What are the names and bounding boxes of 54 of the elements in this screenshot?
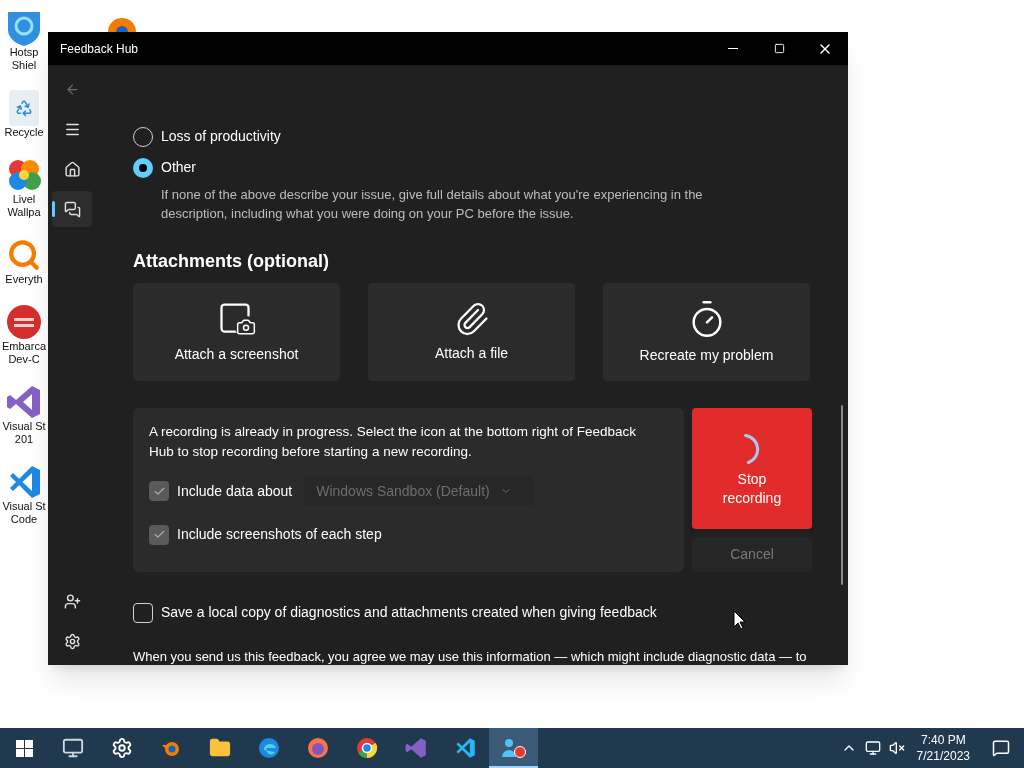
desktop-icon-label: Everyth bbox=[5, 273, 43, 286]
radio-label: Other bbox=[161, 158, 196, 177]
checkbox[interactable] bbox=[133, 602, 153, 623]
mouse-cursor-icon bbox=[733, 610, 746, 630]
attachment-card[interactable]: Attach a screenshot bbox=[133, 283, 340, 381]
minimize-icon bbox=[728, 48, 738, 49]
attachment-card[interactable]: Attach a file bbox=[368, 283, 575, 381]
desktop-icon-label: Hotsp bbox=[9, 46, 39, 59]
checkbox[interactable] bbox=[149, 481, 169, 501]
nav-item[interactable] bbox=[52, 191, 92, 227]
checkbox-label: Include data about bbox=[177, 481, 293, 501]
add-person-icon bbox=[63, 592, 81, 610]
settings-icon bbox=[63, 632, 81, 650]
desktop-icon-label: Code bbox=[10, 513, 38, 526]
desktop-icon-label: 201 bbox=[14, 433, 34, 446]
desktop-icon-label: Recycle bbox=[4, 126, 44, 139]
option-hint: If none of the above describe your issue, give full details about what you're experiencing in the description, including what you were doing on your PC before the issue. bbox=[160, 186, 704, 223]
notifications-icon[interactable] bbox=[992, 739, 1010, 757]
network-icon[interactable] bbox=[864, 740, 881, 756]
muted-speaker-icon[interactable] bbox=[888, 740, 905, 756]
consent-text: When you send us this feedback, you agree we may use this information — which might include diagnostic data — to bbox=[133, 649, 808, 665]
section-heading: Attachments (optional) bbox=[133, 250, 330, 273]
desktop-icon-label: Wallpa bbox=[7, 206, 41, 219]
flower-icon bbox=[6, 157, 42, 193]
chat-bubbles-icon bbox=[63, 200, 81, 218]
chrome-icon bbox=[355, 737, 378, 759]
shield-icon bbox=[6, 10, 42, 46]
window-title: Feedback Hub bbox=[59, 40, 140, 58]
desktop-icon-label: Dev-C bbox=[8, 353, 40, 366]
checkbox[interactable] bbox=[149, 524, 169, 545]
folder-icon bbox=[208, 737, 231, 759]
spinner-icon bbox=[743, 433, 761, 464]
monitor-icon bbox=[61, 737, 84, 759]
desktop-icon-label: Shiel bbox=[11, 59, 37, 72]
windows-logo-icon bbox=[15, 739, 33, 757]
desktop-icon-label: Visual St bbox=[2, 500, 46, 513]
radio-button[interactable] bbox=[133, 157, 153, 178]
attachment-card[interactable]: Recreate my problem bbox=[603, 283, 810, 381]
desktop-icon-label: Embarca bbox=[2, 340, 46, 353]
desktop-icon-label: Visual St bbox=[2, 420, 46, 433]
clock[interactable]: 7:40 PM 7/21/2023 bbox=[908, 732, 978, 764]
checkbox-label: Save a local copy of diagnostics and attachments created when giving feedback bbox=[161, 603, 657, 622]
checkmark-icon bbox=[152, 528, 166, 541]
stop-recording-button[interactable]: Stop recording bbox=[692, 408, 812, 529]
checkbox-label: Include screenshots of each step bbox=[177, 525, 382, 544]
settings-icon bbox=[110, 737, 133, 759]
recycle-icon bbox=[9, 90, 39, 126]
recording-message: A recording is already in progress. Select the icon at the bottom right of Feedback Hub to stop recording before starting a new recording. bbox=[149, 423, 637, 461]
radio-label: Loss of productivity bbox=[161, 127, 281, 146]
search-icon bbox=[6, 237, 42, 273]
maximize-icon bbox=[773, 43, 785, 54]
home-icon bbox=[63, 160, 81, 178]
desktop-icon-label: Livel bbox=[12, 193, 36, 206]
scrollbar-thumb[interactable] bbox=[841, 405, 843, 585]
